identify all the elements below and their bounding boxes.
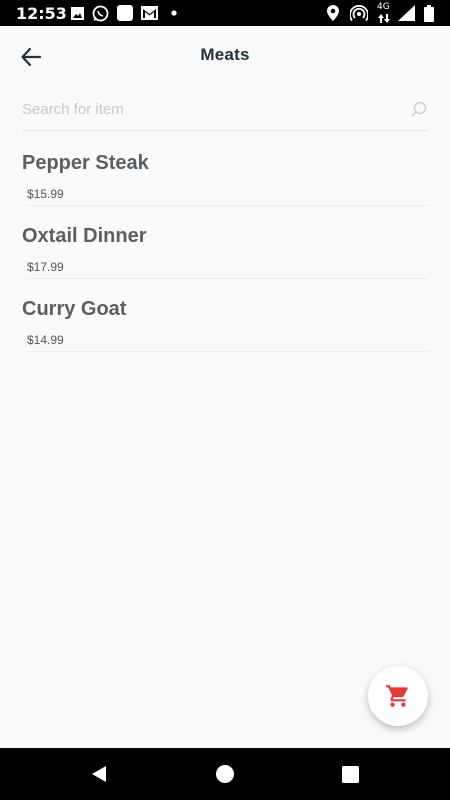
- list-item[interactable]: Oxtail Dinner $17.99: [22, 213, 428, 286]
- more-notifications-icon: [170, 5, 178, 21]
- divider: [26, 205, 428, 206]
- page-title: Meats: [200, 45, 250, 64]
- gmail-icon: [141, 5, 158, 21]
- status-bar: 12:53 4G: [0, 0, 450, 26]
- image-notification-icon: [70, 5, 84, 21]
- nav-home-button[interactable]: [214, 763, 236, 785]
- cart-button[interactable]: [368, 666, 428, 726]
- list-item[interactable]: Curry Goat $14.99: [22, 286, 428, 359]
- circle-home-icon: [216, 765, 234, 783]
- item-name: Pepper Steak: [22, 152, 149, 174]
- app-header: Meats: [0, 26, 450, 86]
- square-recents-icon: [341, 765, 359, 783]
- triangle-back-icon: [92, 766, 106, 782]
- item-name: Curry Goat: [22, 298, 127, 320]
- menu-item-list: Pepper Steak $15.99 Oxtail Dinner $17.99…: [22, 140, 428, 359]
- item-price: $17.99: [27, 260, 64, 274]
- app-notification-icon: [117, 5, 133, 21]
- divider: [26, 351, 428, 352]
- nav-recents-button[interactable]: [339, 763, 361, 785]
- whatsapp-icon: [92, 5, 109, 21]
- network-type-label: 4G: [377, 2, 390, 12]
- search-bar: [22, 90, 428, 131]
- search-icon[interactable]: [410, 100, 428, 118]
- cell-signal-icon: [397, 5, 415, 21]
- system-nav-bar: [0, 748, 450, 800]
- battery-icon: [423, 4, 435, 22]
- data-transfer-icon: [378, 13, 390, 23]
- app-screen: 12:53 4G Meats Search for item Pepper St…: [0, 0, 450, 800]
- hotspot-icon: [350, 5, 368, 21]
- status-time: 12:53: [16, 4, 67, 23]
- item-price: $15.99: [27, 187, 64, 201]
- item-price: $14.99: [27, 333, 64, 347]
- search-input[interactable]: [22, 96, 392, 122]
- divider: [26, 278, 428, 279]
- list-item[interactable]: Pepper Steak $15.99: [22, 140, 428, 213]
- shopping-cart-icon: [386, 685, 408, 707]
- location-icon: [326, 5, 340, 21]
- nav-back-button[interactable]: [88, 763, 110, 785]
- item-name: Oxtail Dinner: [22, 225, 147, 247]
